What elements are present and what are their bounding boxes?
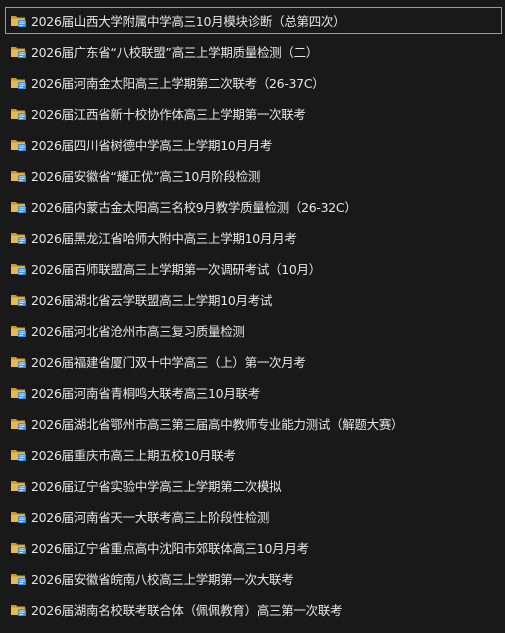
folder-icon <box>10 13 27 28</box>
folder-item[interactable]: 2026届安徽省“耀正优”高三10月阶段检测 <box>0 160 505 191</box>
folder-name: 2026届四川省树德中学高三上学期10月月考 <box>31 138 273 153</box>
folder-name: 2026届山西大学附属中学高三10月模块诊断（总第四次） <box>31 14 346 29</box>
folder-icon <box>10 199 27 214</box>
folder-item[interactable]: 2026届福建省厦门双十中学高三（上）第一次月考 <box>0 346 505 377</box>
folder-icon <box>10 261 27 276</box>
folder-name: 2026届河南金太阳高三上学期第二次联考（26-37C） <box>31 76 325 91</box>
folder-name: 2026届辽宁省重点高中沈阳市郊联体高三10月月考 <box>31 541 309 556</box>
folder-icon <box>10 478 27 493</box>
folder-icon <box>10 230 27 245</box>
folder-item[interactable]: 2026届四川省树德中学高三上学期10月月考 <box>0 129 505 160</box>
folder-icon <box>10 540 27 555</box>
folder-item[interactable]: 2026届湖北省鄂州市高三第三届高中教师专业能力测试（解题大赛） <box>0 408 505 439</box>
folder-item[interactable]: 2026届河南省青桐鸣大联考高三10月联考 <box>0 377 505 408</box>
folder-icon <box>10 75 27 90</box>
folder-item[interactable]: 2026届辽宁省重点高中沈阳市郊联体高三10月月考 <box>0 532 505 563</box>
folder-name: 2026届安徽省“耀正优”高三10月阶段检测 <box>31 169 261 184</box>
folder-name: 2026届河南省青桐鸣大联考高三10月联考 <box>31 386 260 401</box>
folder-icon <box>10 137 27 152</box>
folder-item[interactable]: 2026届黑龙江省哈师大附中高三上学期10月月考 <box>0 222 505 253</box>
folder-item[interactable]: 2026届江西省新十校协作体高三上学期第一次联考 <box>0 98 505 129</box>
folder-item[interactable]: 2026届百师联盟高三上学期第一次调研考试（10月） <box>0 253 505 284</box>
folder-item[interactable]: 2026届河南省天一大联考高三上阶段性检测 <box>0 501 505 532</box>
folder-icon <box>10 385 27 400</box>
folder-icon <box>10 323 27 338</box>
folder-icon <box>10 44 27 59</box>
folder-name: 2026届黑龙江省哈师大附中高三上学期10月月考 <box>31 231 297 246</box>
folder-name: 2026届河南省天一大联考高三上阶段性检测 <box>31 510 270 525</box>
folder-name: 2026届百师联盟高三上学期第一次调研考试（10月） <box>31 262 321 277</box>
folder-item[interactable]: 2026届广东省“八校联盟”高三上学期质量检测（二） <box>0 36 505 67</box>
folder-name: 2026届福建省厦门双十中学高三（上）第一次月考 <box>31 355 306 370</box>
folder-item[interactable]: 2026届湖北省云学联盟高三上学期10月考试 <box>0 284 505 315</box>
folder-name: 2026届湖北省鄂州市高三第三届高中教师专业能力测试（解题大赛） <box>31 417 404 432</box>
folder-name: 2026届湖南名校联考联合体（佩佩教育）高三第一次联考 <box>31 603 343 618</box>
folder-item[interactable]: 2026届河北省沧州市高三复习质量检测 <box>0 315 505 346</box>
folder-name: 2026届辽宁省实验中学高三上学期第二次模拟 <box>31 479 282 494</box>
folder-list: 2026届山西大学附属中学高三10月模块诊断（总第四次） 2026届广东省“八校… <box>0 0 505 633</box>
folder-item[interactable]: 2026届辽宁省实验中学高三上学期第二次模拟 <box>0 470 505 501</box>
folder-icon <box>10 354 27 369</box>
folder-name: 2026届重庆市高三上期五校10月联考 <box>31 448 236 463</box>
folder-name: 2026届安徽省皖南八校高三上学期第一次大联考 <box>31 572 294 587</box>
folder-icon <box>10 447 27 462</box>
folder-icon <box>10 602 27 617</box>
folder-icon <box>10 509 27 524</box>
folder-name: 2026届广东省“八校联盟”高三上学期质量检测（二） <box>31 45 318 60</box>
folder-icon <box>10 292 27 307</box>
folder-name: 2026届江西省新十校协作体高三上学期第一次联考 <box>31 107 306 122</box>
folder-item[interactable]: 2026届湖南名校联考联合体（佩佩教育）高三第一次联考 <box>0 594 505 625</box>
folder-icon <box>10 106 27 121</box>
folder-item[interactable]: 2026届山西大学附属中学高三10月模块诊断（总第四次） <box>0 5 505 36</box>
folder-icon <box>10 571 27 586</box>
folder-item[interactable]: 2026届重庆市高三上期五校10月联考 <box>0 439 505 470</box>
folder-item[interactable]: 2026届河南金太阳高三上学期第二次联考（26-37C） <box>0 67 505 98</box>
folder-name: 2026届河北省沧州市高三复习质量检测 <box>31 324 245 339</box>
folder-item[interactable]: 2026届内蒙古金太阳高三名校9月教学质量检测（26-32C） <box>0 191 505 222</box>
folder-item[interactable]: 2026届安徽省皖南八校高三上学期第一次大联考 <box>0 563 505 594</box>
folder-name: 2026届湖北省云学联盟高三上学期10月考试 <box>31 293 273 308</box>
folder-icon <box>10 168 27 183</box>
folder-icon <box>10 416 27 431</box>
folder-name: 2026届内蒙古金太阳高三名校9月教学质量检测（26-32C） <box>31 200 357 215</box>
